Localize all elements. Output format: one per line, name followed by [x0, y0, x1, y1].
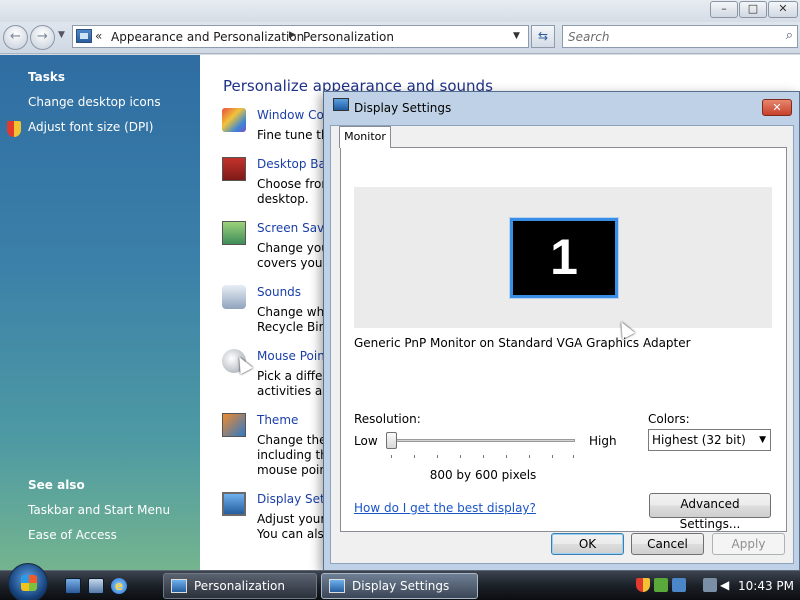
- security-shield-icon[interactable]: [636, 578, 650, 592]
- category-title[interactable]: Desktop Bac: [257, 157, 333, 171]
- category-title[interactable]: Theme: [257, 413, 298, 427]
- minimize-button[interactable]: –: [710, 1, 738, 18]
- dialog-close-button[interactable]: ✕: [762, 99, 792, 116]
- switch-windows-icon[interactable]: [88, 578, 104, 594]
- description-line: desktop.: [257, 192, 309, 206]
- recent-pages-dropdown-icon[interactable]: ▼: [58, 30, 65, 40]
- resolution-value: 800 by 600 pixels: [429, 468, 537, 482]
- slider-tick: [552, 455, 553, 458]
- ease-of-access-link[interactable]: Ease of Access: [28, 528, 117, 542]
- taskbar-item-label: Display Settings: [352, 579, 450, 593]
- control-panel-icon: [171, 579, 187, 593]
- colors-dropdown[interactable]: Highest (32 bit) ▼: [648, 429, 771, 451]
- see-also-heading: See also: [28, 478, 85, 492]
- taskbar-item-label: Personalization: [194, 579, 285, 593]
- address-bar[interactable]: « Appearance and Personalization ▶ Perso…: [72, 25, 529, 48]
- taskbar: e Personalization Display Settings ◀ 10:…: [0, 563, 800, 600]
- resolution-low-label: Low: [354, 434, 378, 448]
- monitor-tab-panel: 1 Generic PnP Monitor on Standard VGA Gr…: [340, 147, 787, 532]
- dialog-body: Monitor 1 Generic PnP Monitor on Standar…: [330, 125, 794, 564]
- show-desktop-icon[interactable]: [65, 578, 81, 594]
- resolution-slider-track[interactable]: [388, 439, 575, 442]
- search-icon[interactable]: ⌕: [786, 28, 793, 43]
- tab-monitor[interactable]: Monitor: [339, 126, 391, 148]
- display-settings-icon: [329, 579, 345, 593]
- window-color-icon: [222, 108, 246, 132]
- category-title[interactable]: Sounds: [257, 285, 301, 299]
- monitor-number: 1: [550, 229, 578, 285]
- display-settings-icon: [333, 98, 349, 111]
- navigation-bar: ← → ▼ « Appearance and Personalization ▶…: [0, 22, 800, 54]
- colors-label: Colors:: [648, 412, 690, 426]
- maximize-button[interactable]: □: [739, 1, 767, 18]
- search-placeholder: Search: [568, 30, 610, 44]
- slider-tick: [529, 455, 530, 458]
- taskbar-start-menu-link[interactable]: Taskbar and Start Menu: [28, 503, 170, 517]
- window-titlebar: – □ ✕: [0, 0, 800, 22]
- address-dropdown-icon[interactable]: ▼: [513, 31, 520, 41]
- resolution-label: Resolution:: [354, 412, 421, 426]
- taskbar-item-display-settings[interactable]: Display Settings: [321, 573, 478, 599]
- slider-tick: [391, 455, 392, 458]
- control-panel-icon: [76, 29, 92, 43]
- monitor-1-tile[interactable]: 1: [509, 217, 619, 299]
- change-desktop-icons-link[interactable]: Change desktop icons: [28, 95, 161, 109]
- ok-button[interactable]: OK: [551, 533, 624, 555]
- taskbar-item-personalization[interactable]: Personalization: [163, 573, 317, 599]
- slider-tick: [414, 455, 415, 458]
- resolution-high-label: High: [589, 434, 617, 448]
- breadcrumb-personalization[interactable]: Personalization: [303, 30, 394, 44]
- category-title[interactable]: Mouse Point: [257, 349, 330, 363]
- close-button[interactable]: ✕: [768, 1, 798, 18]
- tasks-heading: Tasks: [28, 70, 66, 84]
- display-settings-dialog: Display Settings ✕ Monitor 1 Generic PnP…: [323, 91, 800, 571]
- resolution-slider-thumb[interactable]: [386, 432, 397, 449]
- category-description: Choose from desktop.: [257, 177, 333, 207]
- refresh-button[interactable]: ⇆: [531, 25, 555, 48]
- monitor-arrangement-area: 1: [354, 187, 772, 340]
- clock[interactable]: 10:43 PM: [738, 579, 794, 593]
- volume-icon[interactable]: ◀: [720, 578, 734, 592]
- slider-tick: [437, 455, 438, 458]
- category-title[interactable]: Display Setti: [257, 492, 333, 506]
- forward-button[interactable]: →: [30, 25, 55, 50]
- slider-tick: [460, 455, 461, 458]
- uac-shield-icon: [7, 121, 21, 137]
- chevron-down-icon[interactable]: ▼: [759, 435, 766, 445]
- slider-tick: [573, 455, 574, 458]
- tasks-sidebar: Tasks Change desktop icons Adjust font s…: [0, 55, 200, 570]
- theme-icon: [222, 413, 246, 437]
- display-settings-icon: [222, 492, 246, 516]
- category-title[interactable]: Window Col: [257, 108, 327, 122]
- address-overflow-icon[interactable]: «: [95, 29, 102, 43]
- display-tray-icon[interactable]: [672, 578, 686, 592]
- back-button[interactable]: ←: [3, 25, 28, 50]
- start-button[interactable]: [8, 563, 48, 600]
- colors-selected-value: Highest (32 bit): [652, 433, 746, 447]
- adjust-font-size-link[interactable]: Adjust font size (DPI): [28, 120, 153, 134]
- notification-area: ◀ 10:43 PM: [628, 573, 800, 599]
- advanced-settings-button[interactable]: Advanced Settings...: [649, 493, 771, 531]
- internet-explorer-icon[interactable]: e: [111, 578, 127, 594]
- windows-logo-icon: [21, 575, 37, 591]
- breadcrumb-appearance[interactable]: Appearance and Personalization: [111, 30, 304, 44]
- network-icon[interactable]: [703, 578, 717, 592]
- best-display-help-link[interactable]: How do I get the best display?: [354, 501, 536, 515]
- breadcrumb-separator-icon[interactable]: ▶: [289, 30, 296, 40]
- dialog-title: Display Settings: [354, 101, 452, 115]
- slider-tick: [506, 455, 507, 458]
- description-line: Choose from: [257, 177, 334, 191]
- search-input[interactable]: Search ⌕: [562, 25, 798, 48]
- windows-update-icon[interactable]: [654, 578, 668, 592]
- sounds-icon: [222, 285, 246, 309]
- cancel-button[interactable]: Cancel: [631, 533, 704, 555]
- slider-tick: [483, 455, 484, 458]
- monitor-name: Generic PnP Monitor on Standard VGA Grap…: [354, 336, 691, 350]
- screen-saver-icon: [222, 221, 246, 245]
- desktop-background-icon: [222, 157, 246, 181]
- apply-button[interactable]: Apply: [712, 533, 785, 555]
